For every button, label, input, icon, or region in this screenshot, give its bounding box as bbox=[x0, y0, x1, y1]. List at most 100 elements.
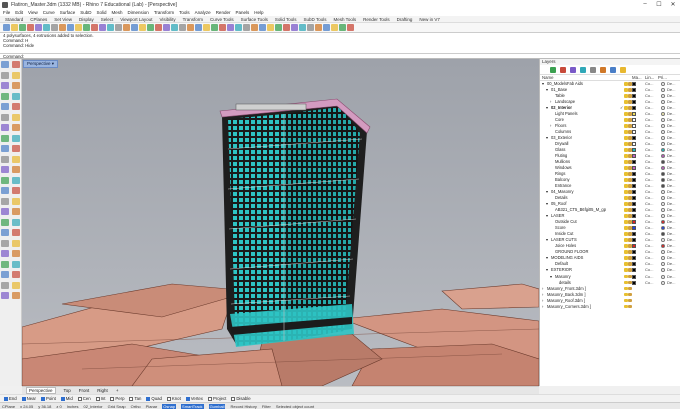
osnap-checkbox[interactable] bbox=[185, 396, 190, 401]
lock-icon[interactable] bbox=[628, 184, 632, 188]
sidebar-tool-icon[interactable] bbox=[1, 260, 9, 268]
layer-material-swatch[interactable] bbox=[661, 82, 665, 86]
layer-material-swatch[interactable] bbox=[661, 190, 665, 195]
tab-mesh-tools[interactable]: Mesh Tools bbox=[333, 17, 356, 22]
lock-icon[interactable] bbox=[628, 238, 632, 242]
layer-material-swatch[interactable] bbox=[661, 112, 665, 117]
layer-material-swatch[interactable] bbox=[661, 244, 665, 249]
toolbar-tool-icon[interactable] bbox=[139, 24, 146, 31]
sidebar-tool-icon[interactable] bbox=[1, 92, 9, 100]
sidebar-tool-icon[interactable] bbox=[12, 134, 20, 142]
lightbulb-icon[interactable] bbox=[624, 298, 628, 303]
lock-icon[interactable] bbox=[628, 118, 632, 122]
toolbar-tool-icon[interactable] bbox=[131, 24, 138, 31]
layer-tool-icon[interactable] bbox=[560, 66, 566, 73]
toolbar-tool-icon[interactable] bbox=[203, 24, 210, 31]
osnap-cen[interactable]: Cen bbox=[77, 396, 91, 401]
toolbar-tool-icon[interactable] bbox=[3, 24, 10, 31]
tab-standard[interactable]: Standard bbox=[5, 17, 23, 22]
osnap-checkbox[interactable] bbox=[21, 396, 26, 401]
layer-color-swatch[interactable] bbox=[632, 208, 636, 213]
menu-solid[interactable]: Solid bbox=[97, 10, 107, 15]
lightbulb-icon[interactable] bbox=[624, 268, 628, 272]
lock-icon[interactable] bbox=[628, 298, 632, 303]
layer-color-swatch[interactable] bbox=[632, 136, 636, 141]
toolbar-tool-icon[interactable] bbox=[51, 24, 58, 31]
sidebar-tool-icon[interactable] bbox=[12, 113, 20, 121]
layer-tool-icon[interactable] bbox=[590, 66, 596, 73]
menu-mesh[interactable]: Mesh bbox=[112, 10, 123, 15]
sidebar-tool-icon[interactable] bbox=[1, 145, 9, 152]
toolbar-tool-icon[interactable] bbox=[27, 24, 34, 31]
tab-visibility[interactable]: Visibility bbox=[159, 17, 175, 22]
toolbar-tool-icon[interactable] bbox=[67, 24, 74, 31]
layer-material-swatch[interactable] bbox=[661, 88, 665, 93]
viewport-label[interactable]: Perspective ▾ bbox=[23, 60, 59, 68]
lightbulb-icon[interactable] bbox=[624, 226, 628, 230]
sidebar-tool-icon[interactable] bbox=[1, 134, 9, 142]
layer-material-swatch[interactable] bbox=[661, 178, 665, 183]
osnap-checkbox[interactable] bbox=[95, 396, 100, 401]
lock-icon[interactable] bbox=[628, 178, 632, 182]
column-print[interactable]: Pri... bbox=[658, 75, 667, 80]
layer-color-swatch[interactable] bbox=[632, 130, 636, 135]
osnap-checkbox[interactable] bbox=[110, 396, 115, 401]
sidebar-tool-icon[interactable] bbox=[12, 71, 20, 79]
layer-color-swatch[interactable] bbox=[632, 226, 636, 231]
layer-color-swatch[interactable] bbox=[632, 82, 636, 86]
lock-icon[interactable] bbox=[628, 136, 632, 140]
lock-icon[interactable] bbox=[628, 88, 632, 92]
lightbulb-icon[interactable] bbox=[624, 130, 628, 134]
osnap-checkbox[interactable] bbox=[231, 396, 236, 401]
toolbar-tool-icon[interactable] bbox=[163, 24, 170, 31]
toolbar-tool-icon[interactable] bbox=[211, 24, 218, 31]
tab-cplanes[interactable]: CPlanes bbox=[30, 17, 47, 22]
layer-material-swatch[interactable] bbox=[661, 202, 665, 207]
lightbulb-icon[interactable] bbox=[624, 142, 628, 146]
sidebar-tool-icon[interactable] bbox=[12, 218, 20, 226]
lightbulb-icon[interactable] bbox=[624, 208, 628, 212]
sidebar-tool-icon[interactable] bbox=[12, 176, 20, 184]
lightbulb-icon[interactable] bbox=[624, 190, 628, 194]
minimize-button[interactable]: – bbox=[638, 1, 652, 8]
layer-material-swatch[interactable] bbox=[661, 232, 665, 237]
sidebar-tool-icon[interactable] bbox=[1, 61, 9, 68]
layer-color-swatch[interactable] bbox=[632, 142, 636, 147]
toolbar-tool-icon[interactable] bbox=[99, 24, 106, 31]
layer-expand-icon[interactable]: › bbox=[542, 304, 543, 310]
osnap-near[interactable]: Near bbox=[21, 396, 36, 401]
layer-color-swatch[interactable] bbox=[632, 112, 636, 117]
sidebar-tool-icon[interactable] bbox=[12, 260, 20, 268]
toolbar-tool-icon[interactable] bbox=[299, 24, 306, 31]
tab-new-in-v7[interactable]: New in V7 bbox=[419, 17, 440, 22]
toolbar-tool-icon[interactable] bbox=[171, 24, 178, 31]
viewport-tab-right[interactable]: Right bbox=[97, 388, 108, 393]
layer-color-swatch[interactable] bbox=[632, 160, 636, 165]
osnap-vertex[interactable]: Vertex bbox=[185, 396, 203, 401]
gumball-toggle[interactable]: Gumball bbox=[208, 403, 226, 409]
lightbulb-icon[interactable] bbox=[624, 262, 628, 266]
toolbar-tool-icon[interactable] bbox=[35, 24, 42, 31]
lightbulb-icon[interactable] bbox=[624, 148, 628, 152]
toolbar-tool-icon[interactable] bbox=[83, 24, 90, 31]
menu-curve[interactable]: Curve bbox=[43, 10, 55, 15]
lightbulb-icon[interactable] bbox=[624, 274, 628, 278]
lock-icon[interactable] bbox=[628, 154, 632, 158]
planar-toggle[interactable]: Planar bbox=[146, 404, 158, 409]
layer-tool-icon[interactable] bbox=[580, 66, 586, 73]
layer-tool-icon[interactable] bbox=[610, 66, 616, 73]
lock-icon[interactable] bbox=[628, 94, 632, 98]
toolbar-tool-icon[interactable] bbox=[323, 24, 330, 31]
sidebar-tool-icon[interactable] bbox=[12, 281, 20, 289]
osnap-checkbox[interactable] bbox=[77, 396, 82, 401]
toolbar-tool-icon[interactable] bbox=[59, 24, 66, 31]
layer-color-swatch[interactable] bbox=[632, 106, 636, 111]
tab-viewport-layout[interactable]: Viewport Layout bbox=[120, 17, 152, 22]
lock-icon[interactable] bbox=[628, 148, 632, 152]
lightbulb-icon[interactable] bbox=[624, 214, 628, 218]
menu-panels[interactable]: Panels bbox=[235, 10, 249, 15]
sidebar-tool-icon[interactable] bbox=[12, 187, 20, 194]
layer-color-swatch[interactable] bbox=[632, 94, 636, 99]
layer-color-swatch[interactable] bbox=[632, 256, 636, 261]
tab-subd-tools[interactable]: SubD Tools bbox=[304, 17, 327, 22]
